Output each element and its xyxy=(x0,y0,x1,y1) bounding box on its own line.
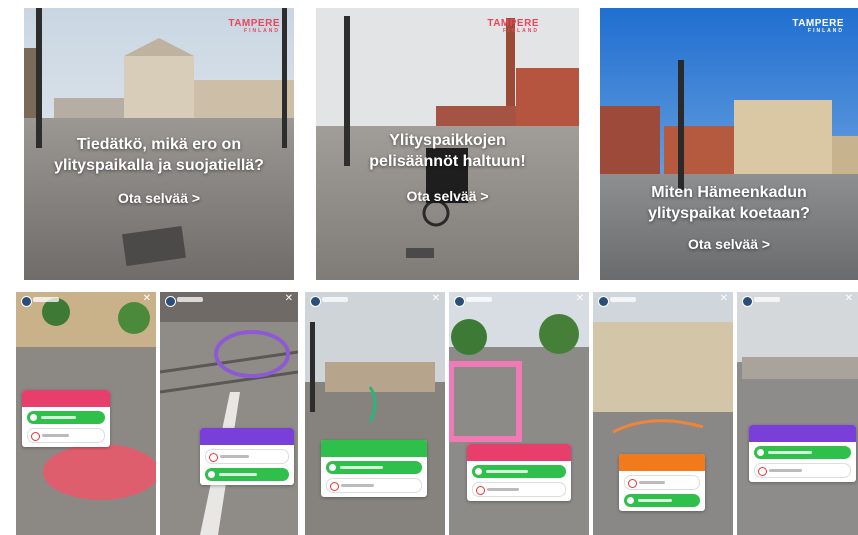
poll-option-no[interactable] xyxy=(326,478,422,493)
poll-option-yes[interactable] xyxy=(472,465,566,478)
story-screenshot-6[interactable]: ✕ xyxy=(737,292,858,535)
avatar xyxy=(310,296,321,307)
poll-header xyxy=(321,440,427,457)
poll-option-yes[interactable] xyxy=(624,494,700,507)
poll-option-no[interactable] xyxy=(205,449,289,464)
tampere-logo: TAMPERE FINLAND xyxy=(792,18,844,34)
cross-icon xyxy=(330,482,339,491)
check-icon xyxy=(30,414,37,421)
story-poll-3 xyxy=(321,440,427,497)
story-header: ✕ xyxy=(165,293,293,307)
story-poll-5 xyxy=(619,454,705,511)
promo-headline-2b: pelisäännöt haltuun! xyxy=(369,153,526,170)
avatar xyxy=(598,296,609,307)
promo-headline-3b: ylityspaikat koetaan? xyxy=(648,205,810,222)
story-header: ✕ xyxy=(454,293,584,307)
promo-headline-1b: ylityspaikalla ja suojatiellä? xyxy=(54,157,264,174)
poll-header xyxy=(619,454,705,471)
story-header: ✕ xyxy=(310,293,440,307)
poll-option-no[interactable] xyxy=(754,463,851,478)
story-header: ✕ xyxy=(742,293,853,307)
poll-header xyxy=(22,390,110,407)
story-poll-4 xyxy=(467,444,571,501)
close-icon[interactable]: ✕ xyxy=(285,293,293,304)
story-screenshot-5[interactable]: ✕ xyxy=(593,292,733,535)
poll-header xyxy=(749,425,856,442)
promo-card-2-text: Ylityspaikkojen pelisäännöt haltuun! Ota… xyxy=(316,130,579,204)
avatar xyxy=(454,296,465,307)
story-header: ✕ xyxy=(21,293,151,307)
check-icon xyxy=(627,497,634,504)
promo-card-1[interactable]: TAMPERE FINLAND Tiedätkö, mikä ero on yli… xyxy=(24,8,294,280)
story-poll-1 xyxy=(22,390,110,447)
story-screenshot-1[interactable]: ✕ xyxy=(16,292,156,535)
story-scene-image xyxy=(160,292,298,535)
story-screenshot-2[interactable]: ✕ xyxy=(160,292,298,535)
story-poll-2 xyxy=(200,428,294,485)
poll-option-no[interactable] xyxy=(472,482,566,497)
poll-header xyxy=(200,428,294,445)
promo-headline-2a: Ylityspaikkojen xyxy=(389,132,506,149)
check-icon xyxy=(208,471,215,478)
poll-option-no[interactable] xyxy=(624,475,700,490)
poll-option-no[interactable] xyxy=(27,428,105,443)
poll-header xyxy=(467,444,571,461)
cross-icon xyxy=(31,432,40,441)
story-scene-image xyxy=(737,292,858,535)
cross-icon xyxy=(758,467,767,476)
poll-option-yes[interactable] xyxy=(326,461,422,474)
close-icon[interactable]: ✕ xyxy=(576,293,584,304)
promo-headline-3a: Miten Hämeenkadun xyxy=(651,184,807,201)
promo-card-3-text: Miten Hämeenkadun ylityspaikat koetaan? … xyxy=(600,182,858,252)
avatar xyxy=(21,296,32,307)
story-screenshot-3[interactable]: ✕ xyxy=(305,292,445,535)
check-icon xyxy=(757,449,764,456)
story-poll-6 xyxy=(749,425,856,482)
promo-cta-3[interactable]: Ota selvää > xyxy=(600,236,858,252)
avatar xyxy=(165,296,176,307)
check-icon xyxy=(475,468,482,475)
story-scene-image xyxy=(305,292,445,535)
story-header: ✕ xyxy=(598,293,728,307)
close-icon[interactable]: ✕ xyxy=(845,293,853,304)
cross-icon xyxy=(476,486,485,495)
promo-card-3[interactable]: TAMPERE FINLAND Miten Hämeenkadun ylitysp… xyxy=(600,8,858,280)
close-icon[interactable]: ✕ xyxy=(432,293,440,304)
poll-option-yes[interactable] xyxy=(27,411,105,424)
promo-cta-2[interactable]: Ota selvää > xyxy=(316,188,579,204)
close-icon[interactable]: ✕ xyxy=(143,293,151,304)
story-screenshot-4[interactable]: ✕ xyxy=(449,292,589,535)
tampere-logo: TAMPERE FINLAND xyxy=(228,18,280,34)
tampere-logo: TAMPERE FINLAND xyxy=(487,18,539,34)
cross-icon xyxy=(628,479,637,488)
poll-option-yes[interactable] xyxy=(205,468,289,481)
avatar xyxy=(742,296,753,307)
promo-cta-1[interactable]: Ota selvää > xyxy=(24,190,294,206)
promo-card-2[interactable]: TAMPERE FINLAND Ylityspaikkojen pelisäänn… xyxy=(316,8,579,280)
close-icon[interactable]: ✕ xyxy=(720,293,728,304)
check-icon xyxy=(329,464,336,471)
promo-card-1-text: Tiedätkö, mikä ero on ylityspaikalla ja … xyxy=(24,134,294,206)
promo-headline-1a: Tiedätkö, mikä ero on xyxy=(76,136,242,153)
poll-option-yes[interactable] xyxy=(754,446,851,459)
cross-icon xyxy=(209,453,218,462)
